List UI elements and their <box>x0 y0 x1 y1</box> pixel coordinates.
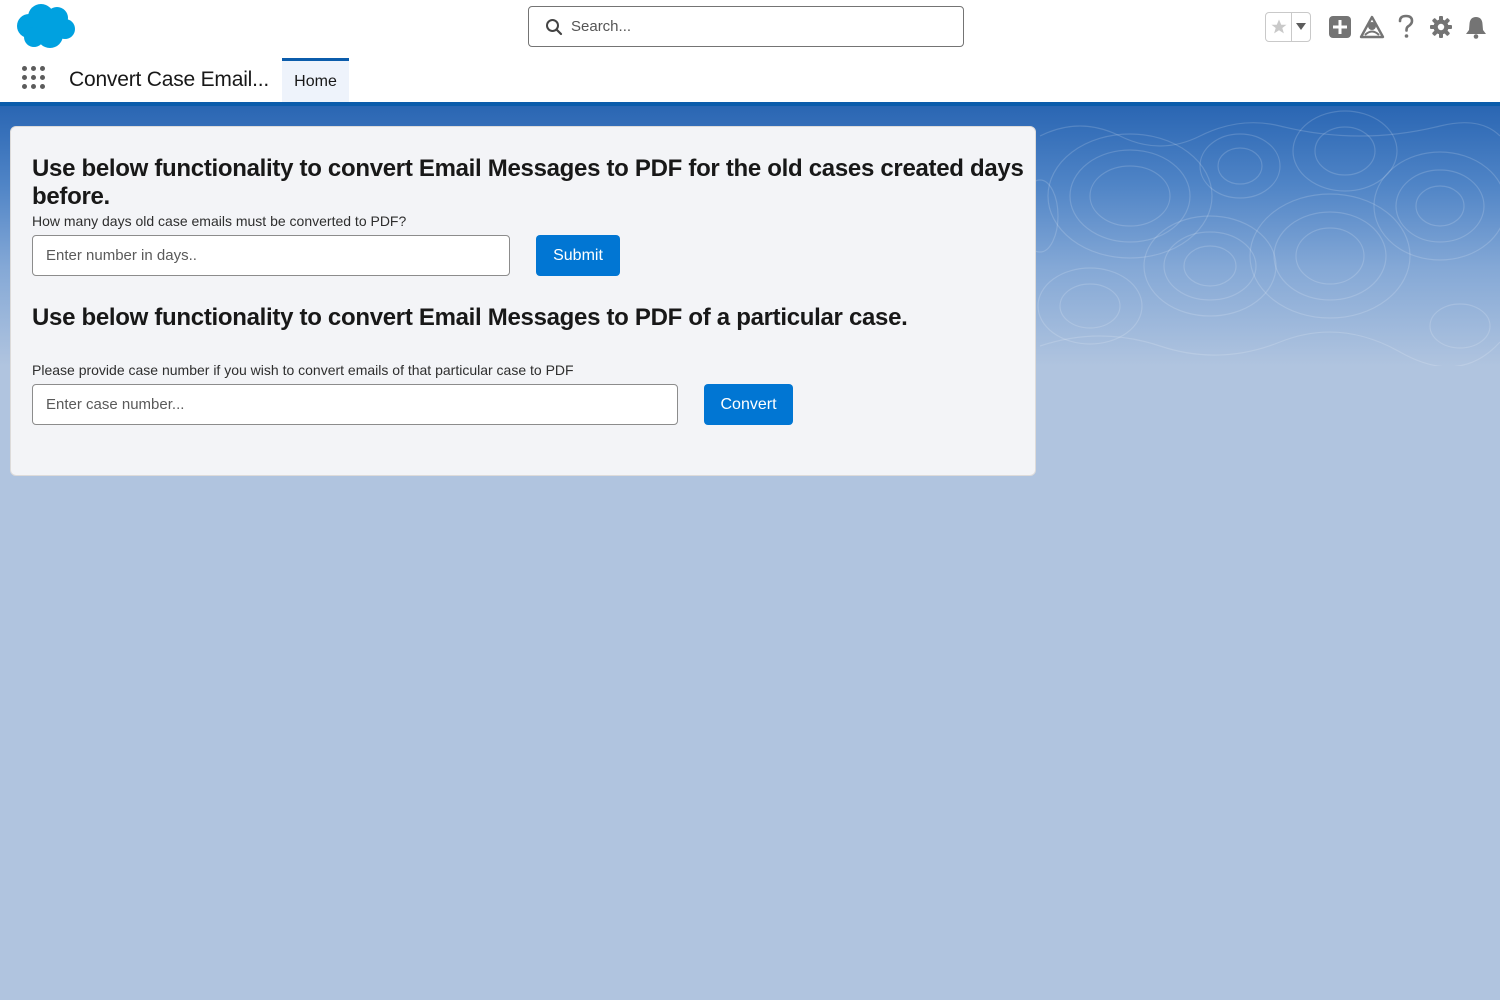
app-name: Convert Case Email... <box>69 68 270 91</box>
case-section-title: Use below functionality to convert Email… <box>32 304 908 331</box>
case-number-field-label: Please provide case number if you wish t… <box>32 362 574 378</box>
global-create-icon[interactable] <box>1326 12 1354 42</box>
global-search-box[interactable] <box>528 6 964 47</box>
notifications-bell-icon[interactable] <box>1462 12 1490 42</box>
trailhead-icon[interactable] <box>1358 12 1386 42</box>
global-header <box>0 0 1500 56</box>
tab-home[interactable]: Home <box>282 58 349 102</box>
convert-button[interactable]: Convert <box>704 384 793 425</box>
favorites-star-icon[interactable] <box>1266 13 1292 41</box>
days-input[interactable] <box>32 235 510 276</box>
setup-gear-icon[interactable] <box>1427 12 1455 42</box>
days-section-title: Use below functionality to convert Email… <box>32 155 1024 210</box>
search-icon <box>545 18 563 36</box>
help-icon[interactable] <box>1392 12 1420 42</box>
tab-home-label: Home <box>294 72 337 90</box>
app-launcher-waffle-icon[interactable] <box>22 66 48 94</box>
days-field-label: How many days old case emails must be co… <box>32 213 407 229</box>
submit-button[interactable]: Submit <box>536 235 620 276</box>
favorites-button-group <box>1265 12 1311 42</box>
app-navigation-bar: Convert Case Email... Home <box>0 56 1500 106</box>
chevron-down-icon[interactable] <box>1292 13 1310 41</box>
global-search-input[interactable] <box>571 7 963 46</box>
convert-email-card: Use below functionality to convert Email… <box>10 126 1036 476</box>
case-number-input[interactable] <box>32 384 678 425</box>
salesforce-cloud-logo[interactable] <box>12 2 78 52</box>
